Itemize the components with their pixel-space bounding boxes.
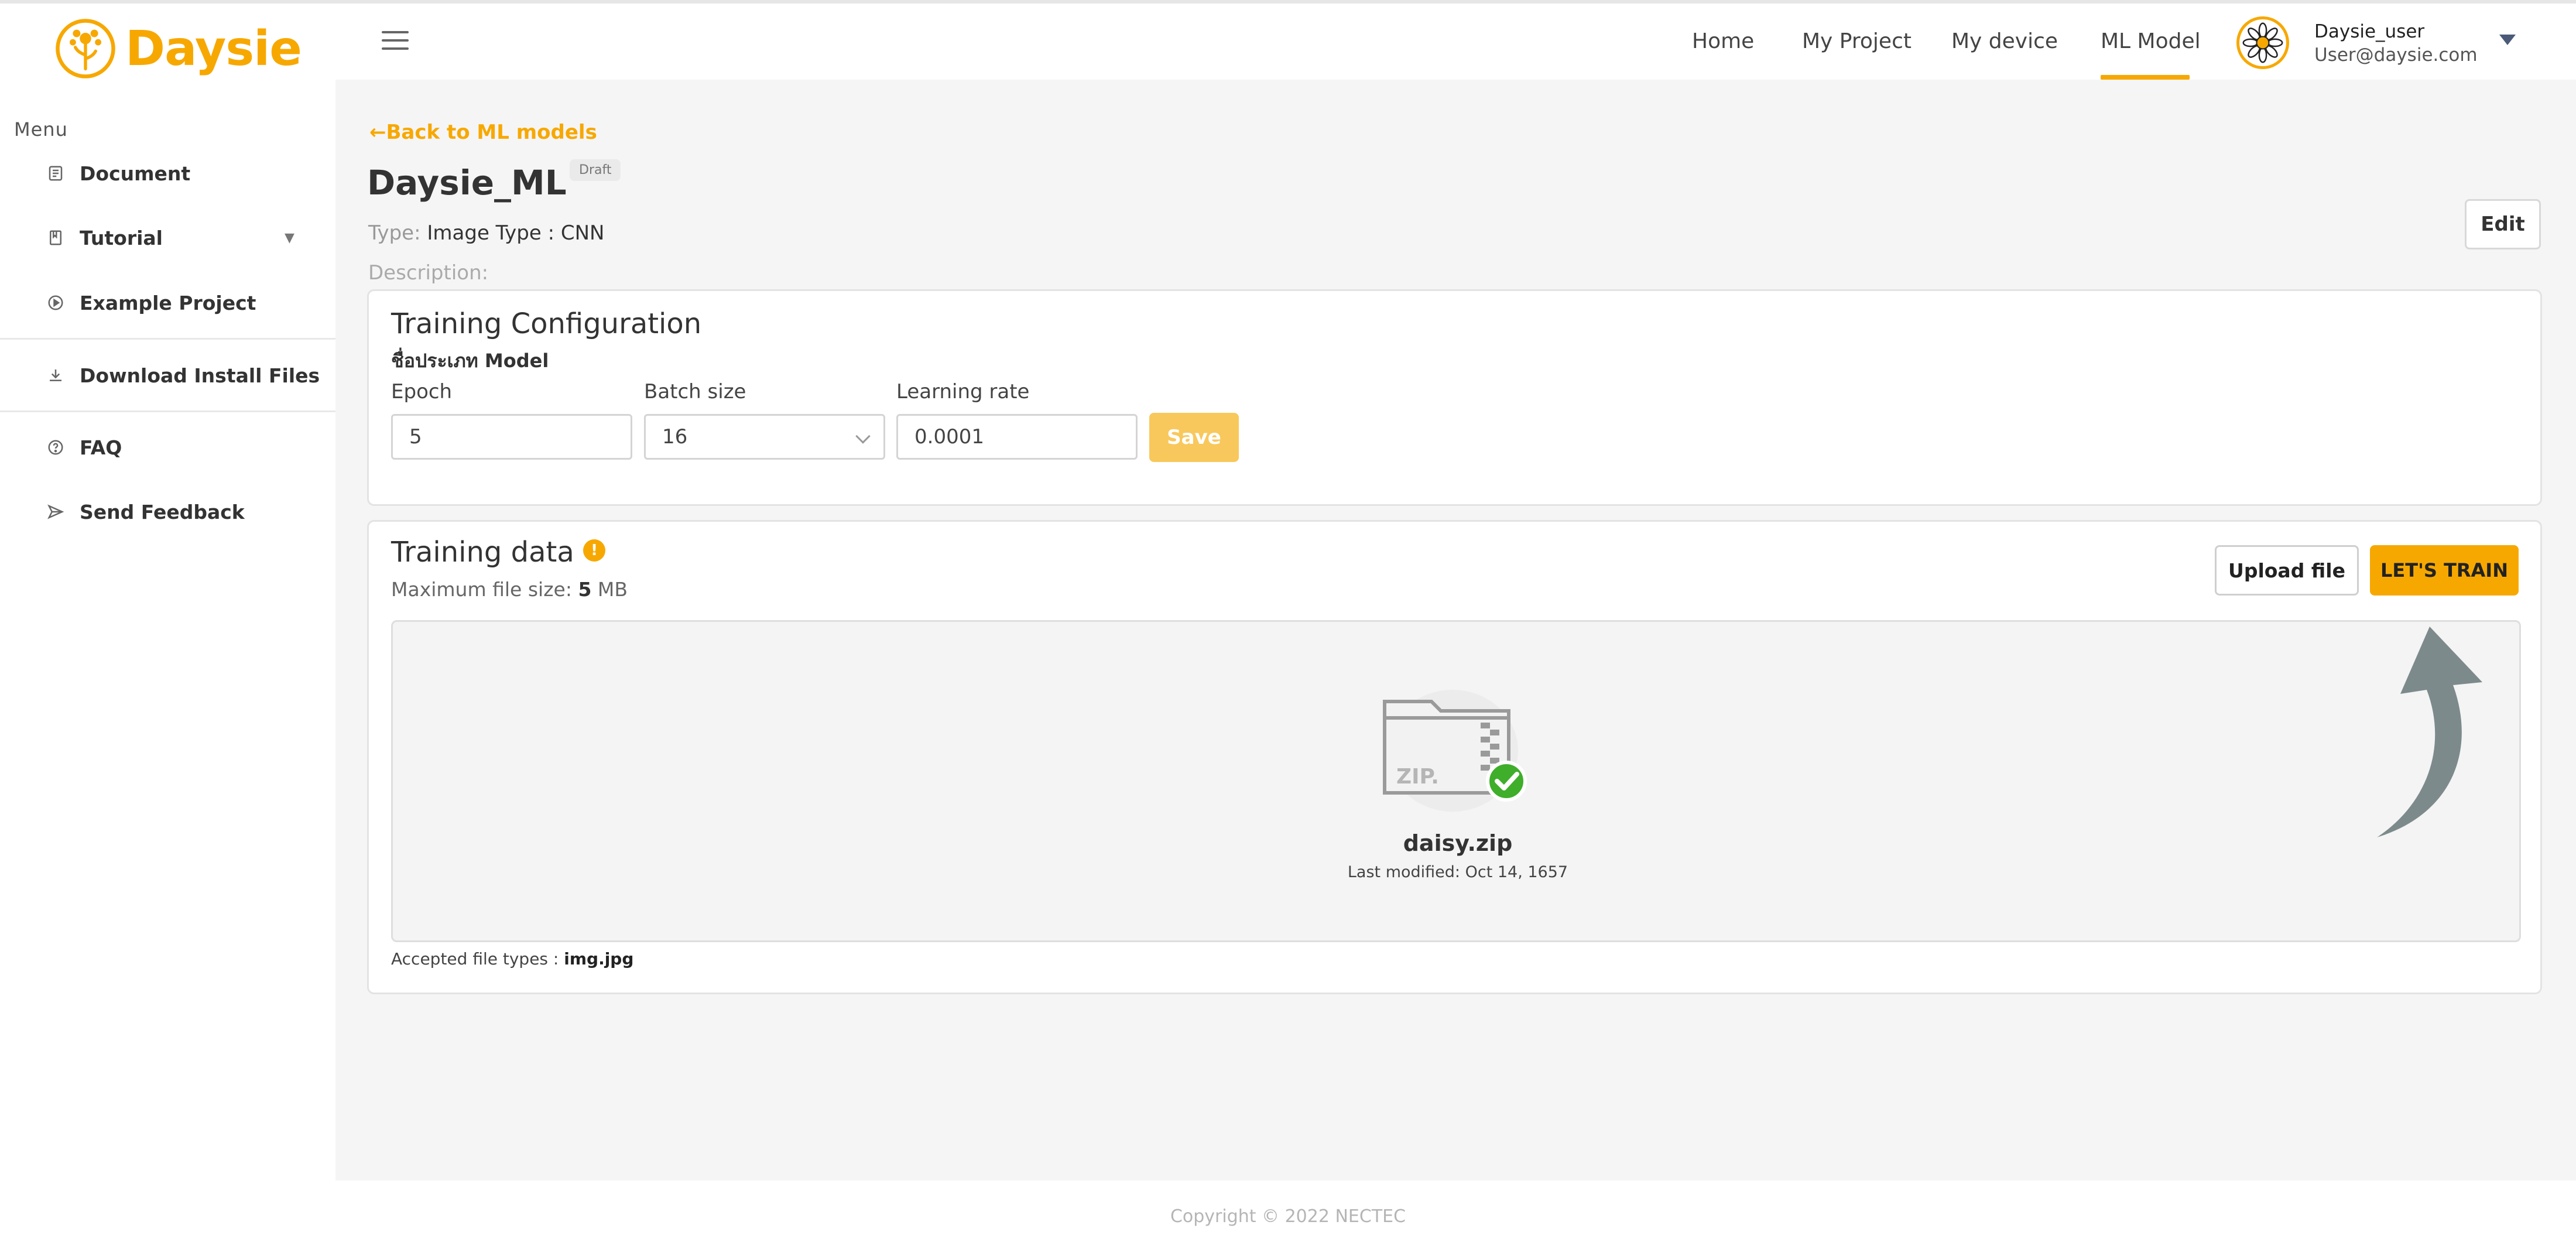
zip-folder-icon: ZIP. xyxy=(1383,690,1527,812)
model-type: Type: Image Type : CNN xyxy=(368,221,604,245)
sidebar-item-label: Download Install Files xyxy=(80,364,320,387)
sidebar-item-send-feedback[interactable]: Send Feedback xyxy=(0,485,335,538)
sidebar-item-tutorial[interactable]: Tutorial ▼ xyxy=(0,211,335,264)
model-description: Description: xyxy=(368,261,489,285)
training-data-title: Training data xyxy=(391,536,574,569)
copyright-text: Copyright © 2022 NECTEC xyxy=(1170,1206,1406,1227)
nav-active-indicator xyxy=(2101,75,2190,80)
sidebar-item-label: Tutorial xyxy=(80,226,163,249)
file-dropzone[interactable]: ZIP. daisy.zip Last modified: Oct 14, 16… xyxy=(391,620,2521,942)
chevron-down-icon xyxy=(855,429,871,444)
accepted-file-types: Accepted file types : img.jpg xyxy=(391,949,634,969)
daisy-logo-icon xyxy=(56,19,115,78)
user-menu-caret-icon[interactable] xyxy=(2499,35,2516,45)
curved-arrow-annotation-icon xyxy=(2377,627,2482,837)
sidebar-item-faq[interactable]: FAQ xyxy=(0,421,335,474)
sidebar-item-download-install-files[interactable]: Download Install Files xyxy=(0,349,335,402)
document-icon xyxy=(46,163,66,183)
sidebar-item-document[interactable]: Document xyxy=(0,147,335,200)
sidebar-divider xyxy=(0,338,335,340)
daisy-flower-icon xyxy=(2242,22,2283,63)
arrow-left-icon: ← xyxy=(369,121,386,144)
learning-rate-input[interactable]: 0.0001 xyxy=(896,414,1138,460)
play-circle-icon xyxy=(46,293,66,313)
file-last-modified: Last modified: Oct 14, 1657 xyxy=(1347,863,1568,881)
lets-train-button[interactable]: LET'S TRAIN xyxy=(2370,545,2519,596)
top-header: Home My Project My device ML Model Daysi… xyxy=(335,4,2576,80)
training-configuration-card: Training Configuration ชื่อประเภท Model … xyxy=(367,289,2542,506)
zip-label: ZIP. xyxy=(1396,765,1439,789)
type-key: Type: xyxy=(368,221,421,245)
page-title: Daysie_ML xyxy=(367,163,567,203)
nav-my-project[interactable]: My Project xyxy=(1802,29,1912,53)
menu-label: Menu xyxy=(14,118,68,141)
send-icon xyxy=(46,502,66,522)
epoch-label: Epoch xyxy=(391,380,453,403)
footer: Copyright © 2022 NECTEC xyxy=(0,1180,2576,1249)
book-icon xyxy=(46,228,66,248)
sidebar-item-label: Document xyxy=(80,162,191,185)
sidebar-item-label: FAQ xyxy=(80,436,122,459)
edit-button[interactable]: Edit xyxy=(2465,199,2541,249)
learning-rate-label: Learning rate xyxy=(896,380,1030,403)
main-content: ←Back to ML models Daysie_ML Draft Type:… xyxy=(335,80,2576,1180)
max-file-size: Maximum file size: 5 MB xyxy=(391,578,628,601)
batch-size-label: Batch size xyxy=(644,380,746,403)
nav-ml-model[interactable]: ML Model xyxy=(2101,29,2201,53)
upload-file-button[interactable]: Upload file xyxy=(2215,545,2359,596)
user-email: User@daysie.com xyxy=(2314,45,2478,66)
status-badge: Draft xyxy=(570,159,621,181)
nav-my-device[interactable]: My device xyxy=(1951,29,2058,53)
download-icon xyxy=(46,365,66,385)
sidebar: Daysie Menu Document Tutorial ▼ Example … xyxy=(0,4,335,1180)
back-to-ml-models-link[interactable]: ←Back to ML models xyxy=(369,121,597,144)
user-name: Daysie_user xyxy=(2314,21,2425,42)
type-value: Image Type : CNN xyxy=(427,221,605,245)
sidebar-divider xyxy=(0,410,335,412)
uploaded-file-name: daisy.zip xyxy=(1403,830,1513,856)
epoch-input[interactable]: 5 xyxy=(391,414,632,460)
caret-down-icon: ▼ xyxy=(285,230,294,245)
sidebar-item-label: Example Project xyxy=(80,291,256,314)
model-type-subtitle: ชื่อประเภท Model xyxy=(391,350,549,372)
brand-logo[interactable]: Daysie xyxy=(54,16,302,81)
training-data-card: Training data ! Maximum file size: 5 MB … xyxy=(367,520,2542,994)
help-circle-icon xyxy=(46,437,66,457)
training-configuration-title: Training Configuration xyxy=(391,307,702,340)
avatar[interactable] xyxy=(2236,16,2289,69)
info-icon[interactable]: ! xyxy=(583,539,605,562)
batch-size-select[interactable]: 16 xyxy=(644,414,885,460)
sidebar-item-label: Send Feedback xyxy=(80,500,245,523)
hamburger-menu-icon[interactable] xyxy=(382,31,409,51)
brand-name: Daysie xyxy=(125,20,302,77)
save-button[interactable]: Save xyxy=(1149,413,1239,462)
sidebar-item-example-project[interactable]: Example Project xyxy=(0,276,335,329)
nav-home[interactable]: Home xyxy=(1692,29,1754,53)
